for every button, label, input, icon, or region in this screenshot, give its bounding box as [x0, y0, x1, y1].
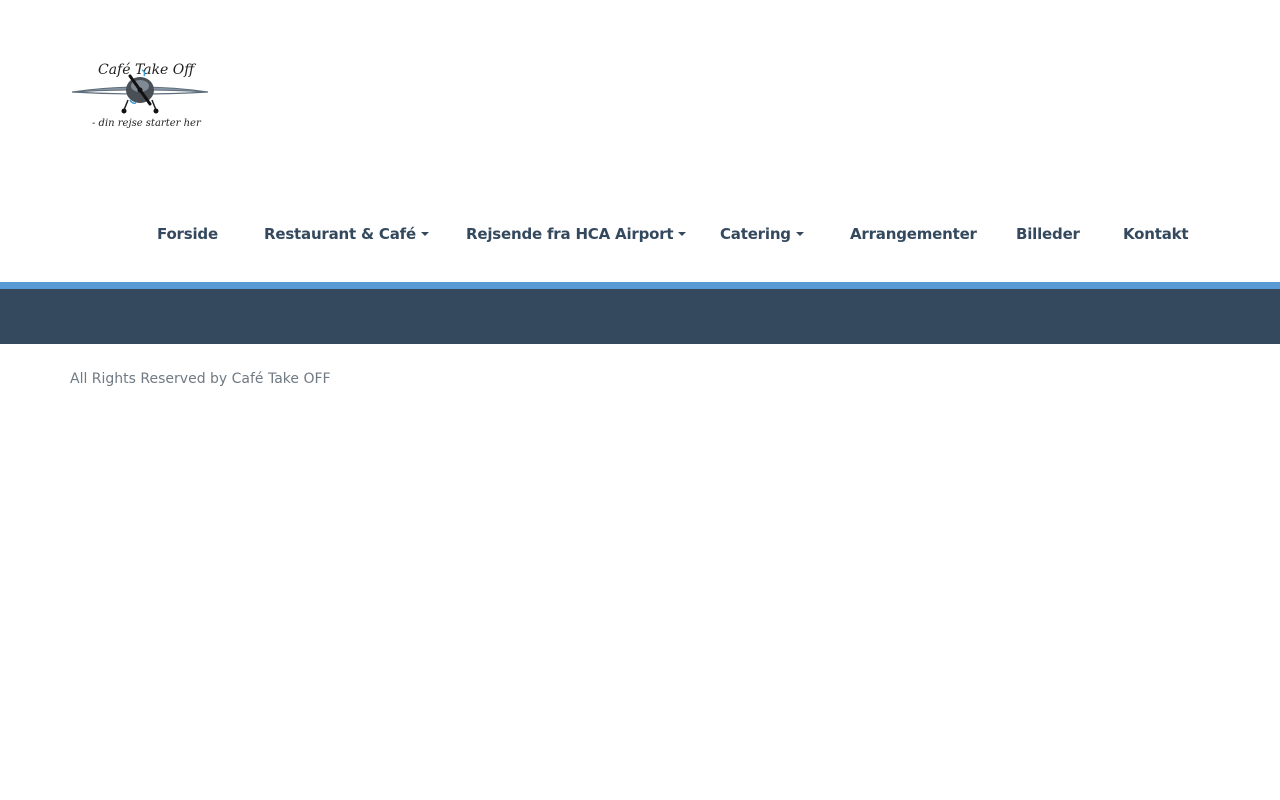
caret-down-icon [795, 232, 804, 236]
nav-item-kontakt[interactable]: Kontakt [1123, 218, 1189, 250]
airplane-logo-icon: Café Take Off - din rejse starter her [71, 62, 209, 129]
nav-item-rejsende[interactable]: Rejsende fra HCA Airport [466, 218, 687, 250]
svg-text:Café Take Off: Café Take Off [98, 62, 196, 78]
site-logo[interactable]: Café Take Off - din rejse starter her [70, 52, 210, 134]
nav-item-restaurant-cafe[interactable]: Restaurant & Café [264, 218, 429, 250]
nav-item-label: Restaurant & Café [264, 225, 416, 243]
nav-item-label: Forside [157, 225, 218, 243]
nav-item-billeder[interactable]: Billeder [1016, 218, 1080, 250]
caret-down-icon [420, 232, 429, 236]
header-accent-bar [0, 282, 1280, 289]
nav-item-label: Rejsende fra HCA Airport [466, 225, 674, 243]
nav-item-label: Catering [720, 225, 791, 243]
svg-text:- din rejse starter her: - din rejse starter her [92, 118, 202, 129]
nav-item-label: Kontakt [1123, 225, 1189, 243]
nav-item-label: Arrangementer [850, 225, 977, 243]
nav-item-label: Billeder [1016, 225, 1080, 243]
copyright-text: All Rights Reserved by Café Take OFF [70, 371, 331, 387]
nav-item-forside[interactable]: Forside [157, 218, 218, 250]
nav-item-arrangementer[interactable]: Arrangementer [850, 218, 977, 250]
content-band [0, 289, 1280, 344]
site-header: Café Take Off - din rejse starter her Fo… [0, 0, 1280, 282]
nav-item-catering[interactable]: Catering [720, 218, 804, 250]
caret-down-icon [678, 232, 687, 236]
main-navigation: Forside Restaurant & Café Rejsende fra H… [0, 218, 1280, 250]
